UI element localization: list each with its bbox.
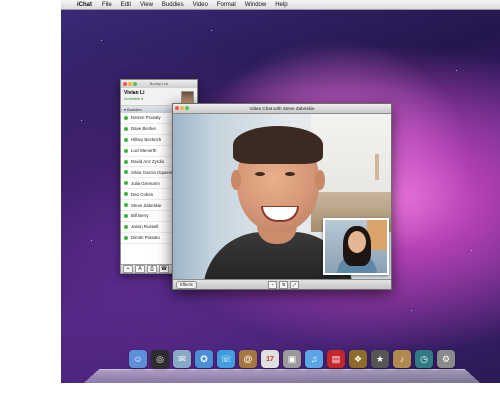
audio-chat-button[interactable]: ☎ — [159, 265, 169, 273]
zoom-button[interactable] — [133, 82, 137, 86]
background-lamp — [375, 154, 379, 180]
imovie-icon[interactable]: ★ — [371, 350, 389, 368]
menu-view[interactable]: View — [140, 2, 153, 8]
dock: ☺ ◎ ✉ ✪ ☏ @17 ▣ ♫ ▤ ❖ ★ ♪ ◷ ⚙ — [62, 349, 499, 383]
menu-help[interactable]: Help — [275, 2, 287, 8]
online-status-icon — [124, 159, 128, 164]
desktop: iChat File Edit View Buddies Video Forma… — [61, 0, 500, 383]
system-prefs-icon[interactable]: ⚙ — [437, 350, 455, 368]
star — [411, 310, 412, 311]
dock-icons: ☺ ◎ ✉ ✪ ☏ @17 ▣ ♫ ▤ ❖ ★ ♪ ◷ ⚙ — [129, 350, 455, 368]
video-chat-button[interactable]: ⎙ — [147, 265, 157, 273]
star — [91, 240, 92, 241]
dock-shelf — [83, 368, 481, 383]
remote-video-feed — [173, 114, 391, 280]
effects-button[interactable]: Effects — [176, 281, 197, 289]
minimize-button[interactable] — [128, 82, 132, 86]
menu-window[interactable]: Window — [245, 2, 266, 8]
person-ear — [315, 170, 325, 190]
ichat-icon[interactable]: ☏ — [217, 350, 235, 368]
star — [471, 250, 472, 251]
star — [101, 40, 102, 41]
person-ear — [231, 170, 241, 190]
menu-app-name[interactable]: iChat — [77, 2, 92, 8]
buddy-list-title: Buddy List — [149, 81, 169, 86]
person-eye — [285, 172, 295, 176]
online-status-icon — [124, 181, 128, 186]
local-video-preview[interactable] — [323, 218, 389, 275]
mute-button[interactable]: ⇅ — [279, 281, 288, 289]
online-status-icon — [124, 224, 128, 229]
online-status-icon — [124, 170, 128, 175]
person-hair — [233, 126, 323, 164]
menu-edit[interactable]: Edit — [121, 2, 131, 8]
online-status-icon — [124, 203, 128, 208]
menu-buddies[interactable]: Buddies — [162, 2, 184, 8]
preview-icon[interactable]: ▣ — [283, 350, 301, 368]
finder-icon[interactable]: ☺ — [129, 350, 147, 368]
online-status-icon — [124, 192, 128, 197]
safari-icon[interactable]: ✪ — [195, 350, 213, 368]
online-status-icon — [124, 115, 128, 120]
zoom-button[interactable] — [185, 106, 189, 110]
star — [81, 120, 82, 121]
online-status-icon — [124, 126, 128, 131]
time-machine-icon[interactable]: ◷ — [415, 350, 433, 368]
text-chat-button[interactable]: A — [135, 265, 145, 273]
online-status-icon — [124, 213, 128, 218]
star — [211, 30, 212, 31]
add-buddy-button[interactable]: + — [123, 265, 133, 273]
menu-file[interactable]: File — [102, 2, 112, 8]
dashboard-icon[interactable]: ◎ — [151, 350, 169, 368]
minimize-button[interactable] — [180, 106, 184, 110]
address-book-icon[interactable]: @ — [239, 350, 257, 368]
menu-video[interactable]: Video — [193, 2, 208, 8]
mail-icon[interactable]: ✉ — [173, 350, 191, 368]
online-status-icon — [124, 137, 128, 142]
ical-icon[interactable]: 17 — [261, 350, 279, 368]
video-chat-title: Video Chat with Steve Zabriskie — [249, 106, 315, 111]
online-status-icon — [124, 148, 128, 153]
buddy-list-titlebar[interactable]: Buddy List — [121, 80, 197, 88]
fullscreen-button[interactable]: ⤢ — [290, 281, 299, 289]
garageband-icon[interactable]: ♪ — [393, 350, 411, 368]
video-chat-window: Video Chat with Steve Zabriskie Effects — [172, 103, 392, 290]
itunes-icon[interactable]: ♫ — [305, 350, 323, 368]
add-participant-button[interactable]: + — [268, 281, 277, 289]
close-button[interactable] — [123, 82, 127, 86]
menu-format[interactable]: Format — [217, 2, 236, 8]
online-status-icon — [124, 235, 128, 240]
video-chat-controls: Effects + ⇅ ⤢ — [173, 279, 391, 289]
iphoto-icon[interactable]: ❖ — [349, 350, 367, 368]
star — [456, 70, 457, 71]
close-button[interactable] — [175, 106, 179, 110]
menu-bar: iChat File Edit View Buddies Video Forma… — [61, 0, 500, 10]
photo-booth-icon[interactable]: ▤ — [327, 350, 345, 368]
person-eye — [255, 172, 265, 176]
preview-face — [348, 231, 366, 253]
video-chat-titlebar[interactable]: Video Chat with Steve Zabriskie — [173, 104, 391, 114]
